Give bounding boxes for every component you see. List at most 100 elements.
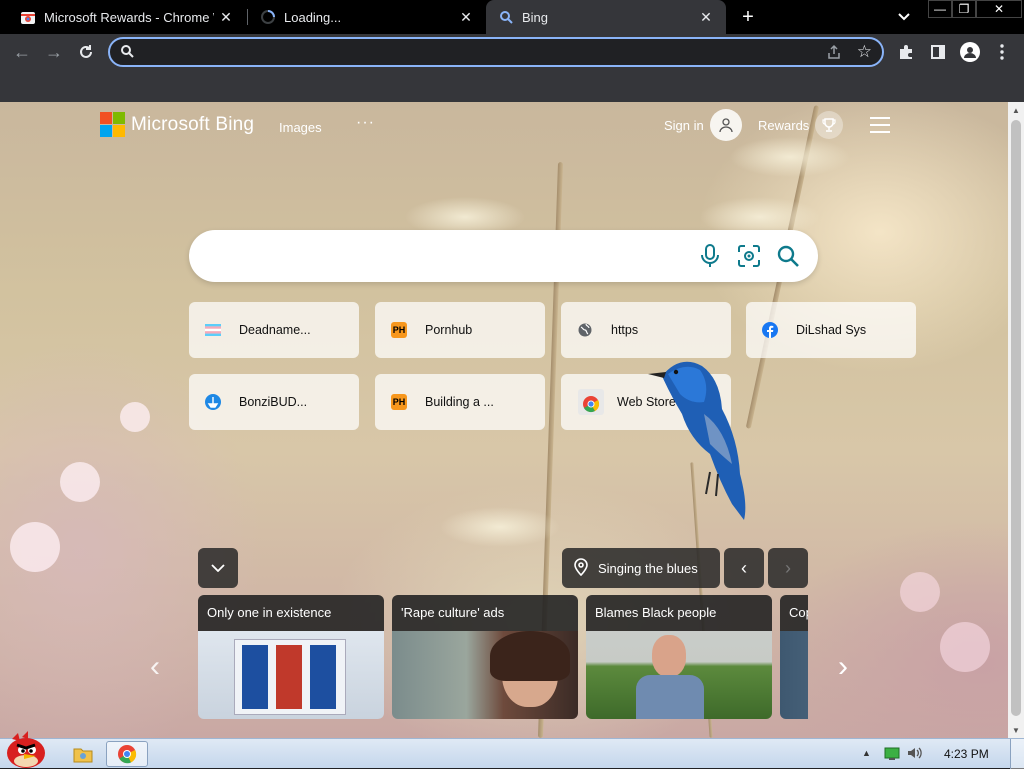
menu-kebab-icon[interactable] [992,42,1012,62]
bing-search-box[interactable] [189,230,818,282]
trophy-icon[interactable] [815,111,843,139]
quick-link-label: Deadname... [239,323,311,337]
side-panel-icon[interactable] [928,42,948,62]
bing-homepage: Microsoft Bing Images ··· Sign in Reward… [0,102,1008,738]
hamburger-menu-icon[interactable] [870,117,890,133]
quick-link-tile[interactable]: BonziBUD... [189,374,359,430]
browser-toolbar: ← → ☆ [0,34,1024,70]
tab-loading[interactable]: Loading... ✕ [248,0,486,34]
close-tab-icon[interactable]: ✕ [698,9,714,25]
image-info-button[interactable]: Singing the blues [562,548,720,588]
quick-link-tile[interactable]: PH Building a ... [375,374,545,430]
visual-search-camera-icon[interactable] [736,243,762,269]
scrollbar-thumb[interactable] [1011,120,1021,716]
taskbar-clock[interactable]: 4:23 PM [944,747,989,761]
loading-spinner-icon [260,9,276,25]
quick-link-tile[interactable]: Deadname... [189,302,359,358]
quick-link-tile[interactable]: https [561,302,731,358]
volume-icon[interactable] [906,745,922,766]
tab-title: Bing [522,9,549,25]
reload-button[interactable] [74,40,98,64]
quick-link-label: Building a ... [425,395,494,409]
quick-link-tile[interactable]: PH Pornhub [375,302,545,358]
network-icon[interactable] [884,745,900,766]
close-window-button[interactable]: ✕ [976,0,1022,18]
tab-microsoft-rewards[interactable]: Microsoft Rewards - Chrome W ✕ [0,0,246,34]
quick-link-tile[interactable]: DiLshad Sys [746,302,916,358]
minimize-button[interactable]: — [928,0,952,18]
background-flower [10,522,60,572]
background-flower [120,402,150,432]
news-card-image [198,631,384,719]
bookmark-star-icon[interactable]: ☆ [857,42,872,62]
search-icon [120,44,134,63]
tab-bing[interactable]: Bing ✕ [486,0,726,34]
chrome-taskbar-button[interactable] [106,741,148,767]
news-card-title: Only one in existence [198,595,384,631]
images-link[interactable]: Images [279,120,322,135]
microsoft-logo-icon [100,112,125,137]
chrome-web-store-icon [20,9,36,25]
windows-taskbar: ▲ 4:23 PM [0,731,1024,769]
file-explorer-icon[interactable] [70,741,96,767]
back-button[interactable]: ← [10,40,34,64]
page-scrollbar[interactable]: ▲ ▼ [1008,102,1024,738]
close-tab-icon[interactable]: ✕ [218,9,234,25]
microphone-icon[interactable] [697,243,723,269]
quick-link-label: Pornhub [425,323,473,337]
show-hidden-icons-arrow[interactable]: ▲ [862,748,871,758]
trans-flag-icon [205,322,221,338]
news-card-image [392,631,578,719]
news-card[interactable]: 'Rape culture' ads [392,595,578,719]
share-icon[interactable] [826,44,842,65]
restore-button[interactable]: ❐ [952,0,976,18]
image-title: Singing the blues [598,560,698,576]
next-image-button[interactable]: › [768,548,808,588]
close-tab-icon[interactable]: ✕ [458,9,474,25]
news-card[interactable]: Only one in existence [198,595,384,719]
tab-strip: Microsoft Rewards - Chrome W ✕ Loading..… [0,0,1024,34]
collapse-feed-button[interactable] [198,548,238,588]
news-card-title: Cop [780,595,808,631]
search-icon [498,9,514,25]
tab-title: Loading... [284,9,342,25]
scroll-down-arrow-icon[interactable]: ▼ [1008,722,1024,738]
brand-name: Microsoft Bing [131,113,255,135]
quick-link-label: DiLshad Sys [796,323,867,337]
more-menu-dots[interactable]: ··· [356,114,375,132]
news-card[interactable]: Blames Black people [586,595,772,719]
forward-button[interactable]: → [42,40,66,64]
quick-link-label: BonziBUD... [239,395,308,409]
quick-link-label: https [611,323,639,337]
tab-search-chevron-icon[interactable] [894,7,914,27]
rewards-link[interactable]: Rewards [758,118,809,133]
news-card-title: 'Rape culture' ads [392,595,578,631]
ph-icon: PH [391,394,407,410]
show-desktop-button[interactable] [1010,739,1024,769]
start-button-angry-bird-icon[interactable] [2,731,48,769]
background-flower [900,572,940,612]
news-card-title: Blames Black people [586,595,772,631]
profile-avatar-icon[interactable] [960,42,980,62]
ph-icon: PH [391,322,407,338]
bookmarks-bar [0,70,1024,102]
news-card[interactable]: Cop [780,595,808,719]
search-icon[interactable] [775,243,801,269]
new-tab-button[interactable]: + [736,5,760,29]
extensions-puzzle-icon[interactable] [896,42,916,62]
address-bar[interactable]: ☆ [108,37,884,67]
user-avatar-icon[interactable] [710,109,742,141]
tab-title: Microsoft Rewards - Chrome W [44,9,214,25]
location-pin-icon [574,557,588,579]
bluebird-image [648,361,746,520]
news-previous-arrow[interactable]: ‹ [150,650,160,684]
previous-image-button[interactable]: ‹ [724,548,764,588]
news-card-image [586,631,772,719]
scroll-up-arrow-icon[interactable]: ▲ [1008,102,1024,118]
bonzi-icon [205,394,221,410]
background-flower [60,462,100,502]
sign-in-link[interactable]: Sign in [664,118,704,133]
news-next-arrow[interactable]: › [838,650,848,684]
microsoft-bing-logo[interactable]: Microsoft Bing [100,112,254,137]
globe-icon [577,322,593,338]
